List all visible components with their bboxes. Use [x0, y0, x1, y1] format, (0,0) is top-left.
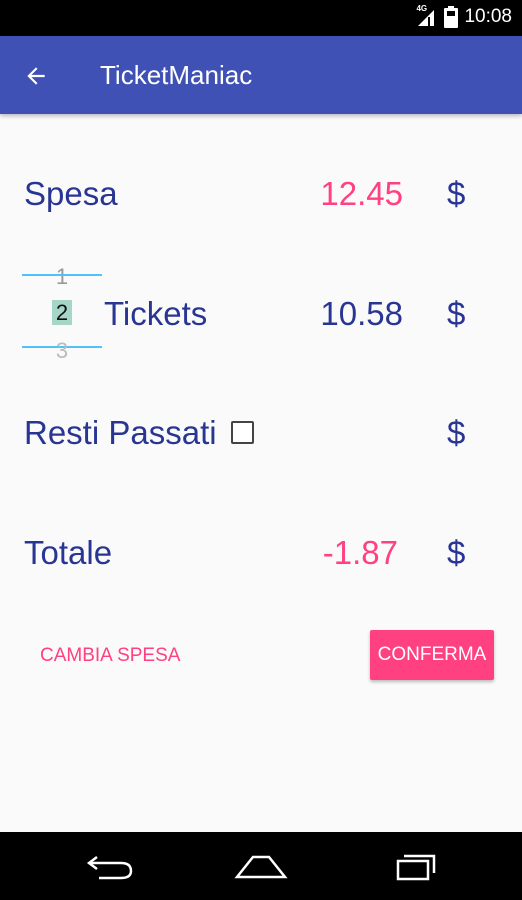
battery-icon [444, 6, 459, 28]
nav-back-button[interactable] [80, 846, 140, 886]
recents-nav-icon [396, 854, 436, 881]
tickets-label: Tickets [104, 295, 208, 332]
totale-value: -1.87 [322, 534, 398, 571]
arrow-back-icon [27, 67, 45, 85]
picker-current-text: 2 [51, 300, 73, 325]
home-nav-icon [234, 855, 288, 879]
spesa-label: Spesa [24, 175, 118, 212]
totale-currency: $ [447, 534, 466, 571]
back-nav-icon [86, 856, 133, 880]
status-icons: 4G 10:08 [416, 4, 512, 28]
tickets-currency: $ [447, 295, 466, 332]
totale-label: Totale [24, 534, 113, 571]
conferma-button[interactable]: CONFERMA [370, 630, 494, 680]
status-bar: 4G 10:08 [0, 0, 522, 36]
picker-current-value[interactable]: 2 [22, 300, 102, 326]
resti-passati-checkbox[interactable] [231, 421, 254, 444]
tickets-value: 10.58 [320, 295, 403, 332]
spesa-currency: $ [447, 175, 466, 212]
cambia-spesa-button[interactable]: CAMBIA SPESA [30, 635, 190, 677]
nav-recents-button[interactable] [385, 846, 445, 886]
signal-icon: 4G [416, 4, 438, 28]
picker-next-value[interactable]: 3 [22, 338, 102, 364]
spesa-value: 12.45 [320, 175, 403, 212]
resti-passati-label: Resti Passati [24, 414, 217, 451]
picker-prev-value[interactable]: 1 [22, 264, 102, 290]
status-time: 10:08 [464, 6, 512, 27]
app-bar: TicketManiac [0, 36, 522, 114]
ticket-number-picker[interactable]: 1 2 3 [22, 262, 104, 364]
app-title: TicketManiac [100, 60, 253, 90]
nav-home-button[interactable] [231, 846, 291, 886]
picker-divider-top [22, 274, 102, 276]
resti-currency: $ [447, 414, 466, 451]
back-button[interactable] [16, 56, 56, 96]
navigation-bar [0, 832, 522, 900]
